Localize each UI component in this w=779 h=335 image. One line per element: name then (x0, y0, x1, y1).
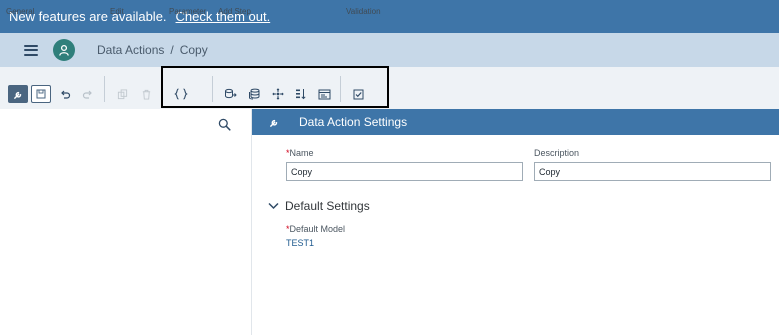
breadcrumb-current: Copy (179, 43, 208, 57)
user-icon (59, 44, 69, 56)
default-model-link[interactable]: TEST1 (286, 238, 314, 248)
trash-icon (142, 89, 150, 100)
wrench-icon (270, 119, 278, 127)
save-button[interactable] (31, 85, 51, 103)
name-label: *Name (286, 148, 314, 158)
panel-header: Data Action Settings (252, 109, 779, 135)
feature-banner: New features are available. Check them o… (0, 0, 779, 33)
description-label: Description (534, 148, 580, 158)
name-field[interactable] (286, 162, 523, 181)
edit-group-label: Edit (110, 7, 124, 16)
wrench-icon (13, 91, 21, 99)
general-group-label: General (6, 7, 35, 16)
breadcrumb-separator: / (170, 43, 174, 57)
highlight-box (161, 66, 389, 108)
redo-icon (82, 90, 92, 99)
breadcrumb: Data Actions / Copy (97, 43, 208, 57)
shell-bar: Data Actions / Copy (0, 33, 779, 67)
toolbar-divider (104, 76, 105, 102)
default-model-label: *Default Model (286, 224, 345, 234)
validation-group-label: Validation (346, 7, 381, 16)
wrench-button[interactable] (8, 85, 28, 103)
name-label-text: Name (289, 148, 314, 158)
redo-button[interactable] (80, 86, 96, 102)
default-model-label-text: Default Model (289, 224, 346, 234)
search-icon[interactable] (218, 118, 232, 132)
chevron-down-icon (268, 202, 279, 210)
parameter-group-label: Parameter (169, 7, 207, 16)
undo-icon (61, 90, 71, 99)
default-settings-title: Default Settings (285, 199, 370, 213)
copy-icon (117, 88, 127, 99)
menu-icon[interactable] (24, 44, 38, 56)
undo-button[interactable] (57, 86, 73, 102)
copy-button[interactable] (114, 86, 130, 102)
delete-button[interactable] (138, 86, 154, 102)
default-settings-toggle[interactable]: Default Settings (268, 199, 370, 213)
description-field[interactable] (534, 162, 771, 181)
settings-pane (252, 109, 779, 335)
breadcrumb-data-actions[interactable]: Data Actions (97, 43, 164, 57)
left-pane (0, 109, 252, 335)
save-icon (36, 89, 46, 99)
avatar[interactable] (53, 39, 75, 61)
panel-title: Data Action Settings (299, 115, 408, 129)
add-step-group-label: Add Step (218, 7, 251, 16)
